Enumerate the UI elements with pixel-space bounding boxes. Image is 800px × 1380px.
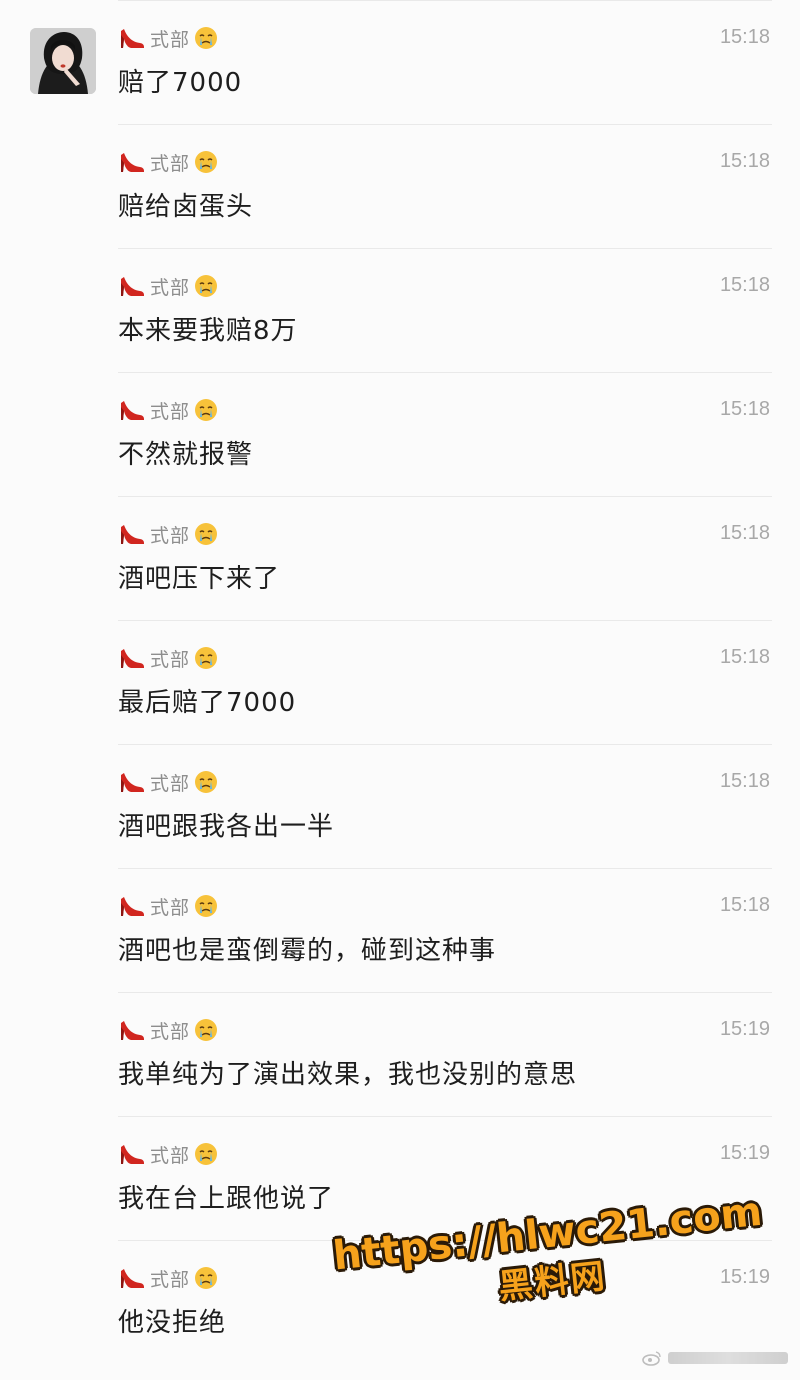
sender-name: 式部: [150, 400, 191, 423]
sender-line: 式部: [118, 396, 218, 424]
crying-face-icon: [195, 1019, 218, 1041]
sender-line: 式部: [118, 768, 218, 796]
high-heel-icon: [121, 1145, 144, 1164]
corner-watermark-blurred: [668, 1352, 788, 1364]
message-text: 赔给卤蛋头: [118, 192, 254, 222]
message-time: 15:18: [719, 398, 770, 420]
sender-line: 式部: [118, 1016, 218, 1044]
message-text: 他没拒绝: [118, 1308, 227, 1338]
high-heel-icon: [121, 277, 144, 296]
divider: [118, 744, 772, 745]
sender-name: 式部: [150, 1020, 191, 1043]
high-heel-icon: [121, 1269, 144, 1288]
message-item[interactable]: 式部 15:18 酒吧跟我各出一半: [0, 744, 800, 868]
crying-face-icon: [195, 27, 218, 49]
message-item[interactable]: 式部 15:18 赔了7000: [0, 0, 800, 124]
sender-name: 式部: [150, 1268, 191, 1291]
crying-face-icon: [195, 399, 218, 421]
message-time: 15:19: [719, 1142, 770, 1164]
crying-face-icon: [195, 523, 218, 545]
crying-face-icon: [195, 895, 218, 917]
message-item[interactable]: 式部 15:18 最后赔了7000: [0, 620, 800, 744]
message-text: 赔了7000: [118, 68, 243, 98]
sender-name: 式部: [150, 896, 191, 919]
sender-line: 式部: [118, 272, 218, 300]
crying-face-icon: [195, 1143, 218, 1165]
crying-face-icon: [195, 275, 218, 297]
sender-name: 式部: [150, 1144, 191, 1167]
message-text: 酒吧跟我各出一半: [118, 812, 335, 842]
high-heel-icon: [121, 773, 144, 792]
message-item[interactable]: 式部 15:19 我单纯为了演出效果，我也没别的意思: [0, 992, 800, 1116]
divider: [118, 620, 772, 621]
message-text: 不然就报警: [118, 440, 254, 470]
message-text: 本来要我赔8万: [118, 316, 298, 346]
sender-name: 式部: [150, 152, 191, 175]
message-time: 15:18: [719, 646, 770, 668]
message-time: 15:18: [719, 522, 770, 544]
divider: [118, 0, 772, 1]
sender-line: 式部: [118, 24, 218, 52]
corner-watermark: [642, 1348, 788, 1368]
message-text: 酒吧压下来了: [118, 564, 281, 594]
divider: [118, 372, 772, 373]
message-item[interactable]: 式部 15:18 本来要我赔8万: [0, 248, 800, 372]
high-heel-icon: [121, 897, 144, 916]
message-item[interactable]: 式部 15:18 赔给卤蛋头: [0, 124, 800, 248]
high-heel-icon: [121, 153, 144, 172]
weibo-logo-icon: [642, 1351, 661, 1366]
crying-face-icon: [195, 771, 218, 793]
sender-name: 式部: [150, 28, 191, 51]
sender-line: 式部: [118, 1140, 218, 1168]
sender-name: 式部: [150, 648, 191, 671]
message-item[interactable]: 式部 15:18 不然就报警: [0, 372, 800, 496]
sender-line: 式部: [118, 644, 218, 672]
sender-line: 式部: [118, 520, 218, 548]
divider: [118, 248, 772, 249]
message-item[interactable]: 式部 15:18 酒吧也是蛮倒霉的，碰到这种事: [0, 868, 800, 992]
message-text: 我单纯为了演出效果，我也没别的意思: [118, 1060, 578, 1090]
sender-line: 式部: [118, 148, 218, 176]
message-time: 15:18: [719, 894, 770, 916]
sender-line: 式部: [118, 1264, 218, 1292]
divider: [118, 992, 772, 993]
message-item[interactable]: 式部 15:18 酒吧压下来了: [0, 496, 800, 620]
crying-face-icon: [195, 151, 218, 173]
message-text: 我在台上跟他说了: [118, 1184, 335, 1214]
crying-face-icon: [195, 647, 218, 669]
divider: [118, 124, 772, 125]
message-time: 15:19: [719, 1018, 770, 1040]
crying-face-icon: [195, 1267, 218, 1289]
chat-history: 式部 15:18 赔了7000 式部 15:18 赔给卤蛋头 式部 15:18 …: [0, 0, 800, 1380]
divider: [118, 496, 772, 497]
high-heel-icon: [121, 1021, 144, 1040]
high-heel-icon: [121, 401, 144, 420]
divider: [118, 868, 772, 869]
divider: [118, 1116, 772, 1117]
sender-name: 式部: [150, 524, 191, 547]
message-text: 最后赔了7000: [118, 688, 297, 718]
message-time: 15:18: [719, 274, 770, 296]
high-heel-icon: [121, 649, 144, 668]
sender-name: 式部: [150, 276, 191, 299]
message-time: 15:18: [719, 26, 770, 48]
message-time: 15:18: [719, 150, 770, 172]
message-text: 酒吧也是蛮倒霉的，碰到这种事: [118, 936, 497, 966]
message-time: 15:18: [719, 770, 770, 792]
high-heel-icon: [121, 525, 144, 544]
high-heel-icon: [121, 29, 144, 48]
sender-name: 式部: [150, 772, 191, 795]
sender-line: 式部: [118, 892, 218, 920]
